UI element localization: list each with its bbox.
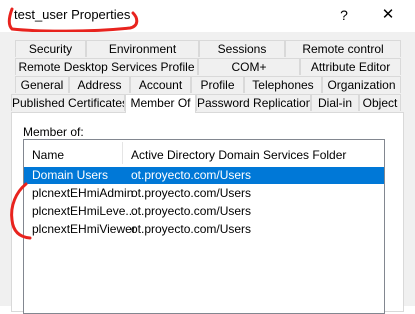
group-folder: ot.proyecto.com/Users bbox=[131, 222, 252, 236]
member-of-list[interactable]: Name Active Directory Domain Services Fo… bbox=[23, 139, 385, 314]
list-header: Name Active Directory Domain Services Fo… bbox=[24, 140, 384, 166]
close-button[interactable]: ✕ bbox=[378, 4, 398, 26]
tab-telephones[interactable]: Telephones bbox=[244, 76, 322, 93]
title-bar: test_user Properties ? ✕ bbox=[0, 0, 415, 32]
column-header-name[interactable]: Name bbox=[32, 148, 64, 162]
column-header-folder[interactable]: Active Directory Domain Services Folder bbox=[131, 148, 346, 162]
group-name: Domain Users bbox=[32, 168, 109, 182]
member-of-label: Member of: bbox=[23, 125, 84, 139]
tab-dial-in[interactable]: Dial-in bbox=[311, 94, 359, 111]
group-name: plcnextEHmiViewer bbox=[32, 222, 136, 236]
help-button[interactable]: ? bbox=[334, 4, 354, 26]
tab-sessions[interactable]: Sessions bbox=[199, 40, 285, 57]
list-item[interactable]: plcnextEHmiAdmin ot.proyecto.com/Users bbox=[24, 185, 384, 202]
tab-profile[interactable]: Profile bbox=[191, 76, 244, 93]
tab-organization[interactable]: Organization bbox=[322, 76, 401, 93]
tab-attribute-editor[interactable]: Attribute Editor bbox=[300, 58, 401, 75]
tab-security[interactable]: Security bbox=[15, 40, 86, 57]
group-folder: ot.proyecto.com/Users bbox=[131, 204, 252, 218]
list-item[interactable]: plcnextEHmiViewer ot.proyecto.com/Users bbox=[24, 221, 384, 238]
tab-remote-control[interactable]: Remote control bbox=[285, 40, 401, 57]
column-separator[interactable] bbox=[122, 142, 123, 164]
tab-remote-desktop-services-profile[interactable]: Remote Desktop Services Profile bbox=[15, 58, 198, 75]
group-folder: ot.proyecto.com/Users bbox=[131, 168, 252, 182]
group-name: plcnextEHmiAdmin bbox=[32, 186, 134, 200]
tab-password-replication[interactable]: Password Replication bbox=[196, 94, 311, 111]
list-item[interactable]: plcnextEHmiLeve... ot.proyecto.com/Users bbox=[24, 203, 384, 220]
tab-published-certificates[interactable]: Published Certificates bbox=[11, 94, 125, 111]
tab-member-of[interactable]: Member Of bbox=[125, 94, 196, 113]
tab-environment[interactable]: Environment bbox=[86, 40, 199, 57]
tab-account[interactable]: Account bbox=[130, 76, 191, 93]
group-name: plcnextEHmiLeve... bbox=[32, 204, 136, 218]
window-title: test_user Properties bbox=[14, 7, 131, 22]
tab-address[interactable]: Address bbox=[69, 76, 130, 93]
tab-com-plus[interactable]: COM+ bbox=[198, 58, 300, 75]
list-item[interactable]: Domain Users ot.proyecto.com/Users bbox=[24, 167, 384, 184]
tab-general[interactable]: General bbox=[15, 76, 69, 93]
tab-object[interactable]: Object bbox=[359, 94, 401, 111]
group-folder: ot.proyecto.com/Users bbox=[131, 186, 252, 200]
